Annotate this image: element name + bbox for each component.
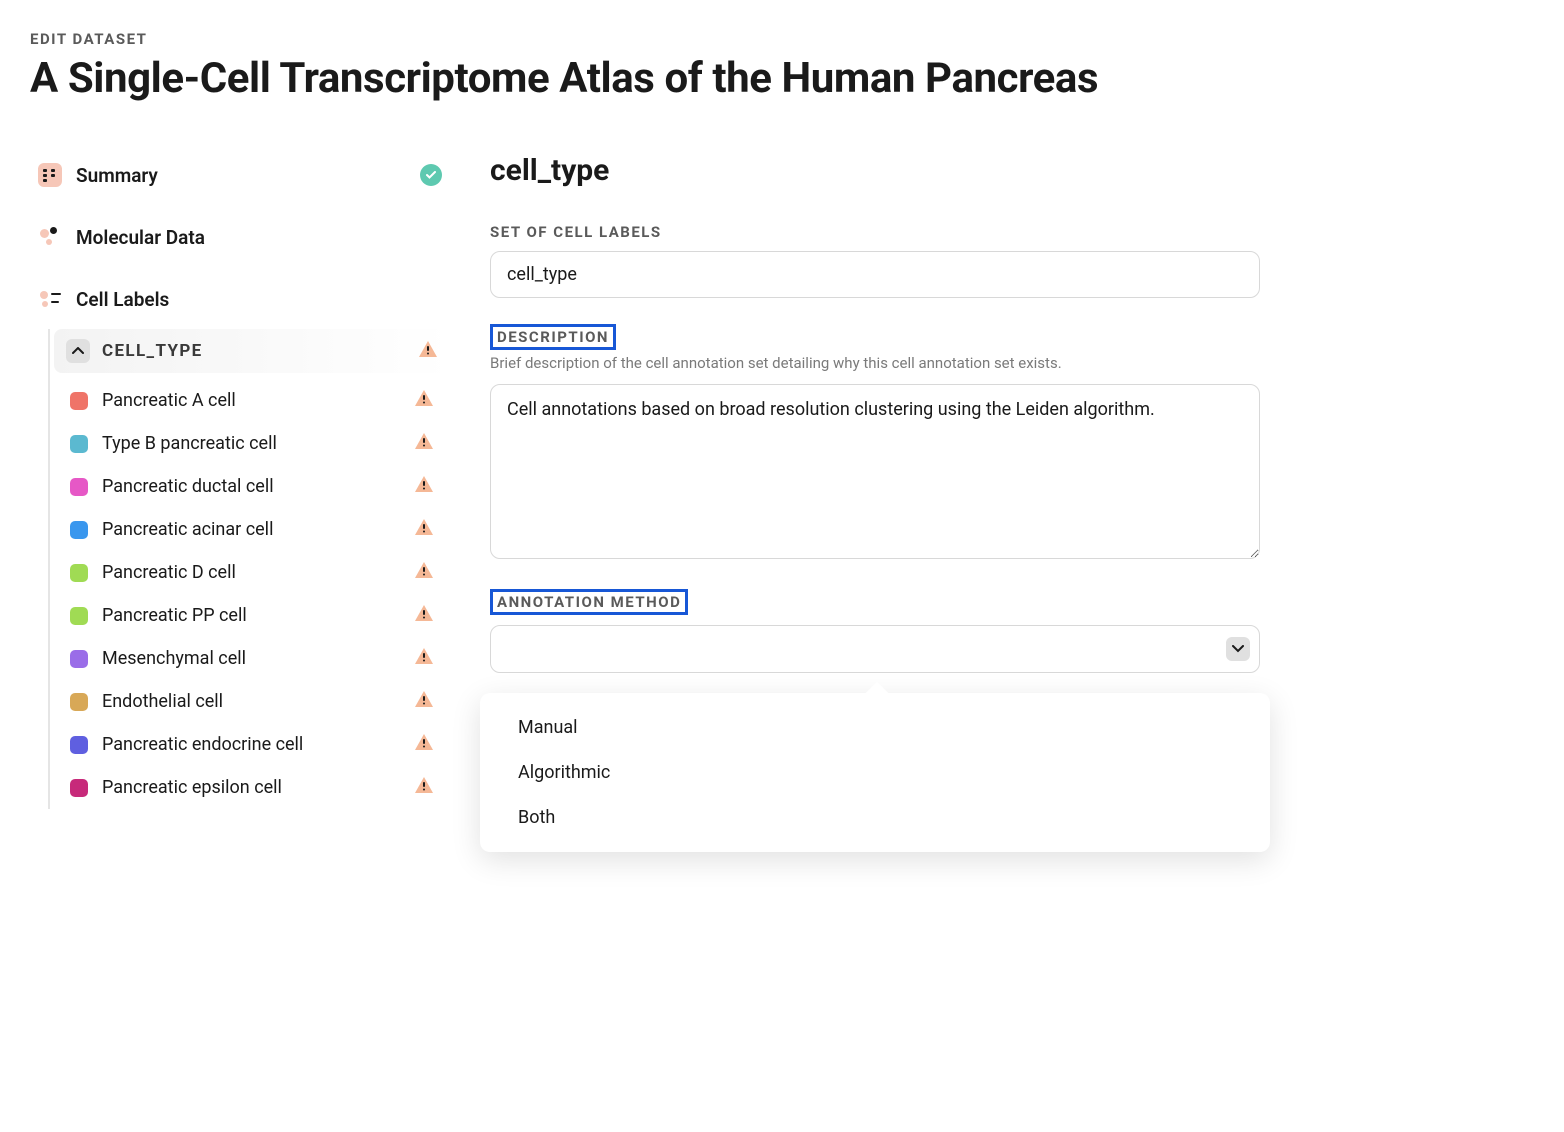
cell-item[interactable]: Mesenchymal cell <box>54 637 450 680</box>
cell-swatch <box>70 392 88 410</box>
cell-item[interactable]: Pancreatic A cell <box>54 379 450 422</box>
check-icon <box>420 164 442 186</box>
chevron-down-icon[interactable] <box>1226 637 1250 661</box>
cell-item[interactable]: Pancreatic acinar cell <box>54 508 450 551</box>
cell-swatch <box>70 650 88 668</box>
sidebar-item-cell-labels[interactable]: Cell Labels <box>30 277 450 321</box>
list-icon <box>38 163 62 187</box>
detail-panel: cell_type SET OF CELL LABELS DESCRIPTION… <box>490 153 1260 809</box>
warning-icon <box>414 475 434 498</box>
cell-item[interactable]: Pancreatic epsilon cell <box>54 766 450 809</box>
cell-swatch <box>70 779 88 797</box>
cell-item[interactable]: Endothelial cell <box>54 680 450 723</box>
cell-swatch <box>70 478 88 496</box>
cell-item-label: Endothelial cell <box>102 691 414 712</box>
cell-item-label: Mesenchymal cell <box>102 648 414 669</box>
sidebar-child-header-cell-type[interactable]: CELL_TYPE <box>54 329 450 373</box>
cell-item[interactable]: Pancreatic PP cell <box>54 594 450 637</box>
cell-item[interactable]: Type B pancreatic cell <box>54 422 450 465</box>
cell-swatch <box>70 693 88 711</box>
warning-icon <box>414 518 434 541</box>
cell-item-label: Pancreatic D cell <box>102 562 414 583</box>
annotation-method-select[interactable] <box>490 625 1260 673</box>
page-title: A Single-Cell Transcriptome Atlas of the… <box>30 54 1534 103</box>
dropdown-item[interactable]: Algorithmic <box>480 750 1270 795</box>
cell-swatch <box>70 564 88 582</box>
cell-swatch <box>70 521 88 539</box>
dropdown-item[interactable]: Manual <box>480 705 1270 750</box>
field-label-description: DESCRIPTION <box>490 324 616 350</box>
field-label-set: SET OF CELL LABELS <box>490 223 662 241</box>
warning-icon <box>414 733 434 756</box>
warning-icon <box>414 389 434 412</box>
breadcrumb: EDIT DATASET <box>30 30 1534 48</box>
sidebar-item-label: Molecular Data <box>76 226 205 249</box>
cell-item-label: Type B pancreatic cell <box>102 433 414 454</box>
cell-item-label: Pancreatic PP cell <box>102 605 414 626</box>
warning-icon <box>414 647 434 670</box>
warning-icon <box>414 604 434 627</box>
field-hint-description: Brief description of the cell annotation… <box>490 354 1260 372</box>
cell-item[interactable]: Pancreatic ductal cell <box>54 465 450 508</box>
cell-item-label: Pancreatic endocrine cell <box>102 734 414 755</box>
set-of-cell-labels-input[interactable] <box>490 251 1260 298</box>
sidebar-item-label: Summary <box>76 164 158 187</box>
sidebar-children: CELL_TYPE Pancreatic A cell Type B pancre… <box>48 329 450 809</box>
dropdown-item[interactable]: Both <box>480 795 1270 840</box>
sidebar-item-summary[interactable]: Summary <box>30 153 450 197</box>
cell-item-label: Pancreatic ductal cell <box>102 476 414 497</box>
cell-item-label: Pancreatic epsilon cell <box>102 777 414 798</box>
warning-icon <box>414 432 434 455</box>
cell-swatch <box>70 607 88 625</box>
warning-icon <box>414 776 434 799</box>
annotation-method-dropdown: ManualAlgorithmicBoth <box>480 693 1270 852</box>
warning-icon <box>414 561 434 584</box>
molecules-icon <box>38 225 62 249</box>
sidebar: Summary Molecular Data Cell Labels CELL_… <box>30 153 450 809</box>
warning-icon <box>418 340 438 362</box>
sidebar-item-label: Cell Labels <box>76 288 169 311</box>
cell-swatch <box>70 435 88 453</box>
cell-swatch <box>70 736 88 754</box>
detail-title: cell_type <box>490 153 1260 188</box>
cell-item-label: Pancreatic acinar cell <box>102 519 414 540</box>
labels-icon <box>38 287 62 311</box>
warning-icon <box>414 690 434 713</box>
field-label-annotation-method: ANNOTATION METHOD <box>490 589 688 615</box>
chevron-up-icon[interactable] <box>66 339 90 363</box>
cell-item-label: Pancreatic A cell <box>102 390 414 411</box>
description-textarea[interactable] <box>490 384 1260 559</box>
sidebar-child-header-label: CELL_TYPE <box>102 341 418 361</box>
sidebar-item-molecular-data[interactable]: Molecular Data <box>30 215 450 259</box>
cell-item[interactable]: Pancreatic D cell <box>54 551 450 594</box>
cell-item[interactable]: Pancreatic endocrine cell <box>54 723 450 766</box>
